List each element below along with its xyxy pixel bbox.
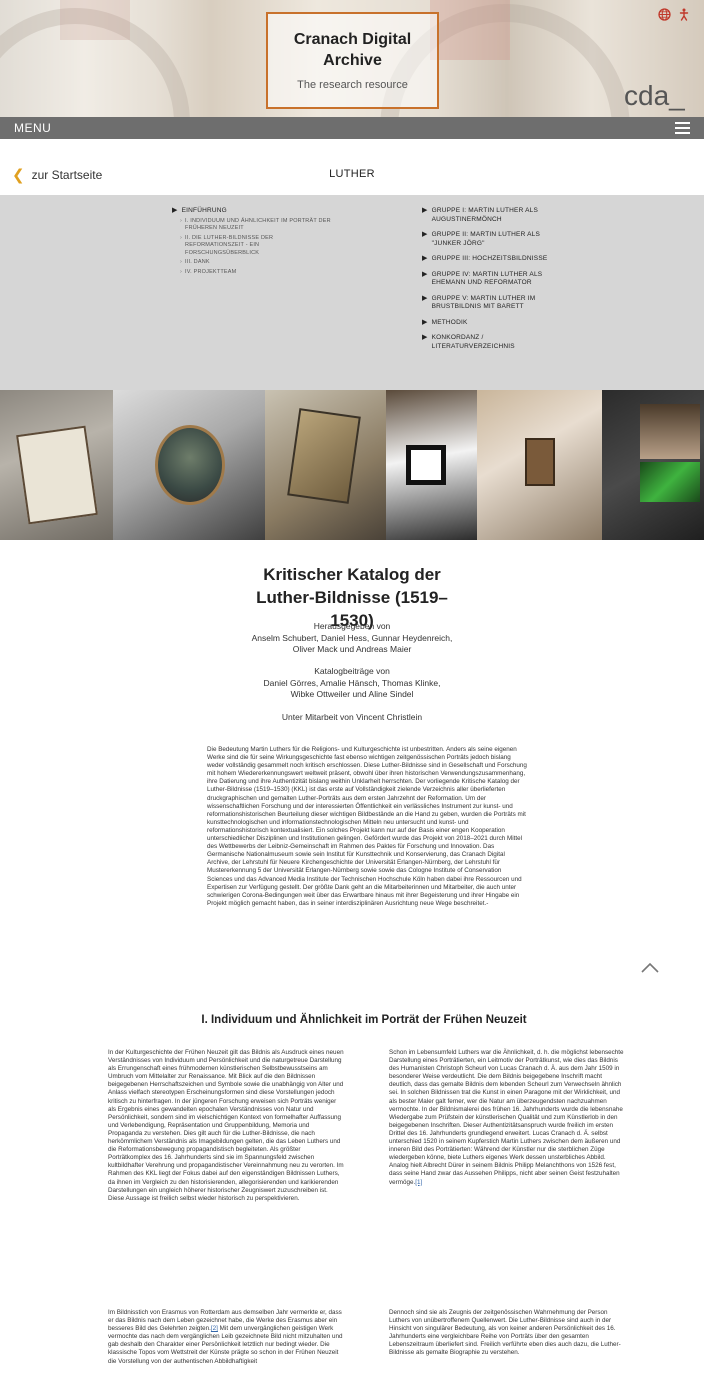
toc-item[interactable]: ▶ GRUPPE II: MARTIN LUTHER ALS "JUNKER JÖ…: [422, 231, 552, 248]
accessibility-icon[interactable]: [678, 8, 690, 24]
text-column-1: In der Kulturgeschichte der Frühen Neuze…: [108, 1049, 344, 1202]
menu-label[interactable]: MENU: [14, 121, 51, 135]
chevron-right-icon: ›: [180, 217, 183, 224]
photo-strip: [0, 390, 704, 540]
caret-right-icon: ▶: [422, 294, 428, 302]
toc-item[interactable]: ▶ GRUPPE IV: MARTIN LUTHER ALS EHEMANN UN…: [422, 271, 552, 288]
text-column-2: Schon im Lebensumfeld Luthers war die Äh…: [389, 1049, 624, 1186]
caret-right-icon: ▶: [422, 255, 428, 262]
contributors-names: Daniel Görres, Amalie Hänsch, Thomas Kli…: [263, 677, 441, 700]
globe-icon[interactable]: [658, 8, 671, 24]
photo-book-examination: [0, 390, 113, 540]
scroll-to-top-icon[interactable]: [640, 960, 660, 974]
toc-item[interactable]: ▶ GRUPPE I: MARTIN LUTHER ALS AUGUSTINERM…: [422, 207, 552, 224]
hamburger-icon[interactable]: [675, 122, 690, 134]
intro-text: Die Bedeutung Martin Luthers für die Rel…: [207, 746, 527, 907]
photo-easel-painting: [477, 390, 602, 540]
contributors-label: Katalogbeiträge von: [314, 666, 390, 676]
logo-title: Cranach Digital Archive: [293, 31, 412, 69]
brand-mark[interactable]: cda_: [624, 80, 685, 112]
photo-print-handling: [265, 390, 386, 540]
chevron-right-icon: ›: [180, 259, 183, 265]
chevron-right-icon: ›: [180, 268, 183, 275]
toc-right-column: ▶ GRUPPE I: MARTIN LUTHER ALS AUGUSTINERM…: [422, 207, 552, 358]
caret-right-icon: ▶: [422, 207, 428, 214]
caret-right-icon: ▶: [422, 334, 428, 341]
caret-right-icon: ▶: [422, 231, 428, 238]
toc-item[interactable]: ▶ EINFÜHRUNG: [172, 207, 332, 216]
toc-subitem[interactable]: › II. DIE LUTHER-BILDNISSE DER REFORMATI…: [180, 235, 332, 258]
menu-bar[interactable]: MENU: [0, 117, 704, 139]
collaboration-line: Unter Mitarbeit von Vincent Christlein: [281, 712, 423, 722]
toc-subitem[interactable]: › III. DANK: [180, 259, 332, 267]
caret-right-icon: ▶: [172, 207, 178, 214]
editors-names: Anselm Schubert, Daniel Hess, Gunnar Hey…: [251, 632, 453, 655]
toc-item[interactable]: ▶ GRUPPE V: MARTIN LUTHER IM BRUSTBILDNIS…: [422, 295, 552, 312]
breadcrumb: ❮ zur Startseite LUTHER: [0, 139, 704, 195]
footnote-link[interactable]: [1]: [415, 1179, 422, 1186]
toc-item[interactable]: ▶ KONKORDANZ / LITERATURVERZEICHNIS: [422, 334, 552, 351]
toc-left-column: ▶ EINFÜHRUNG › I. INDIVIDUUM UND ÄHNLICH…: [172, 207, 332, 278]
logo-subtitle: The research resource: [297, 79, 408, 91]
chevron-right-icon: ›: [180, 234, 183, 241]
top-icons: [658, 8, 690, 24]
toc-item[interactable]: ▶ GRUPPE III: HOCHZEITSBILDNISSE: [422, 255, 552, 264]
page-title: LUTHER: [329, 168, 375, 180]
photo-microscope: [386, 390, 477, 540]
section-heading: I. Individuum und Ähnlichkeit im Porträt…: [201, 1014, 527, 1026]
photo-computer-analysis: [602, 390, 704, 540]
footnote-link[interactable]: [2]: [211, 1325, 218, 1332]
photo-medallion-portrait: [113, 390, 265, 540]
toc-subitem[interactable]: › I. INDIVIDUUM UND ÄHNLICHKEIT IM PORTR…: [180, 218, 332, 233]
caret-right-icon: ▶: [422, 318, 428, 326]
table-of-contents: ▶ EINFÜHRUNG › I. INDIVIDUUM UND ÄHNLICH…: [0, 195, 704, 390]
toc-subitem[interactable]: › IV. PROJEKTTEAM: [180, 269, 332, 277]
site-logo[interactable]: Cranach Digital Archive The research res…: [266, 12, 439, 109]
contributors-block: Katalogbeiträge von Daniel Görres, Amali…: [0, 666, 704, 701]
editors-label: Herausgegeben von: [313, 621, 391, 631]
caret-right-icon: ▶: [422, 270, 428, 278]
text-column-4: Dennoch sind sie als Zeugnis der zeitgen…: [389, 1309, 621, 1357]
editors-block: Herausgegeben von Anselm Schubert, Danie…: [0, 621, 704, 656]
toc-item[interactable]: ▶ METHODIK: [422, 319, 552, 328]
text-column-3: Im Bildnisstich von Erasmus von Rotterda…: [108, 1309, 343, 1365]
